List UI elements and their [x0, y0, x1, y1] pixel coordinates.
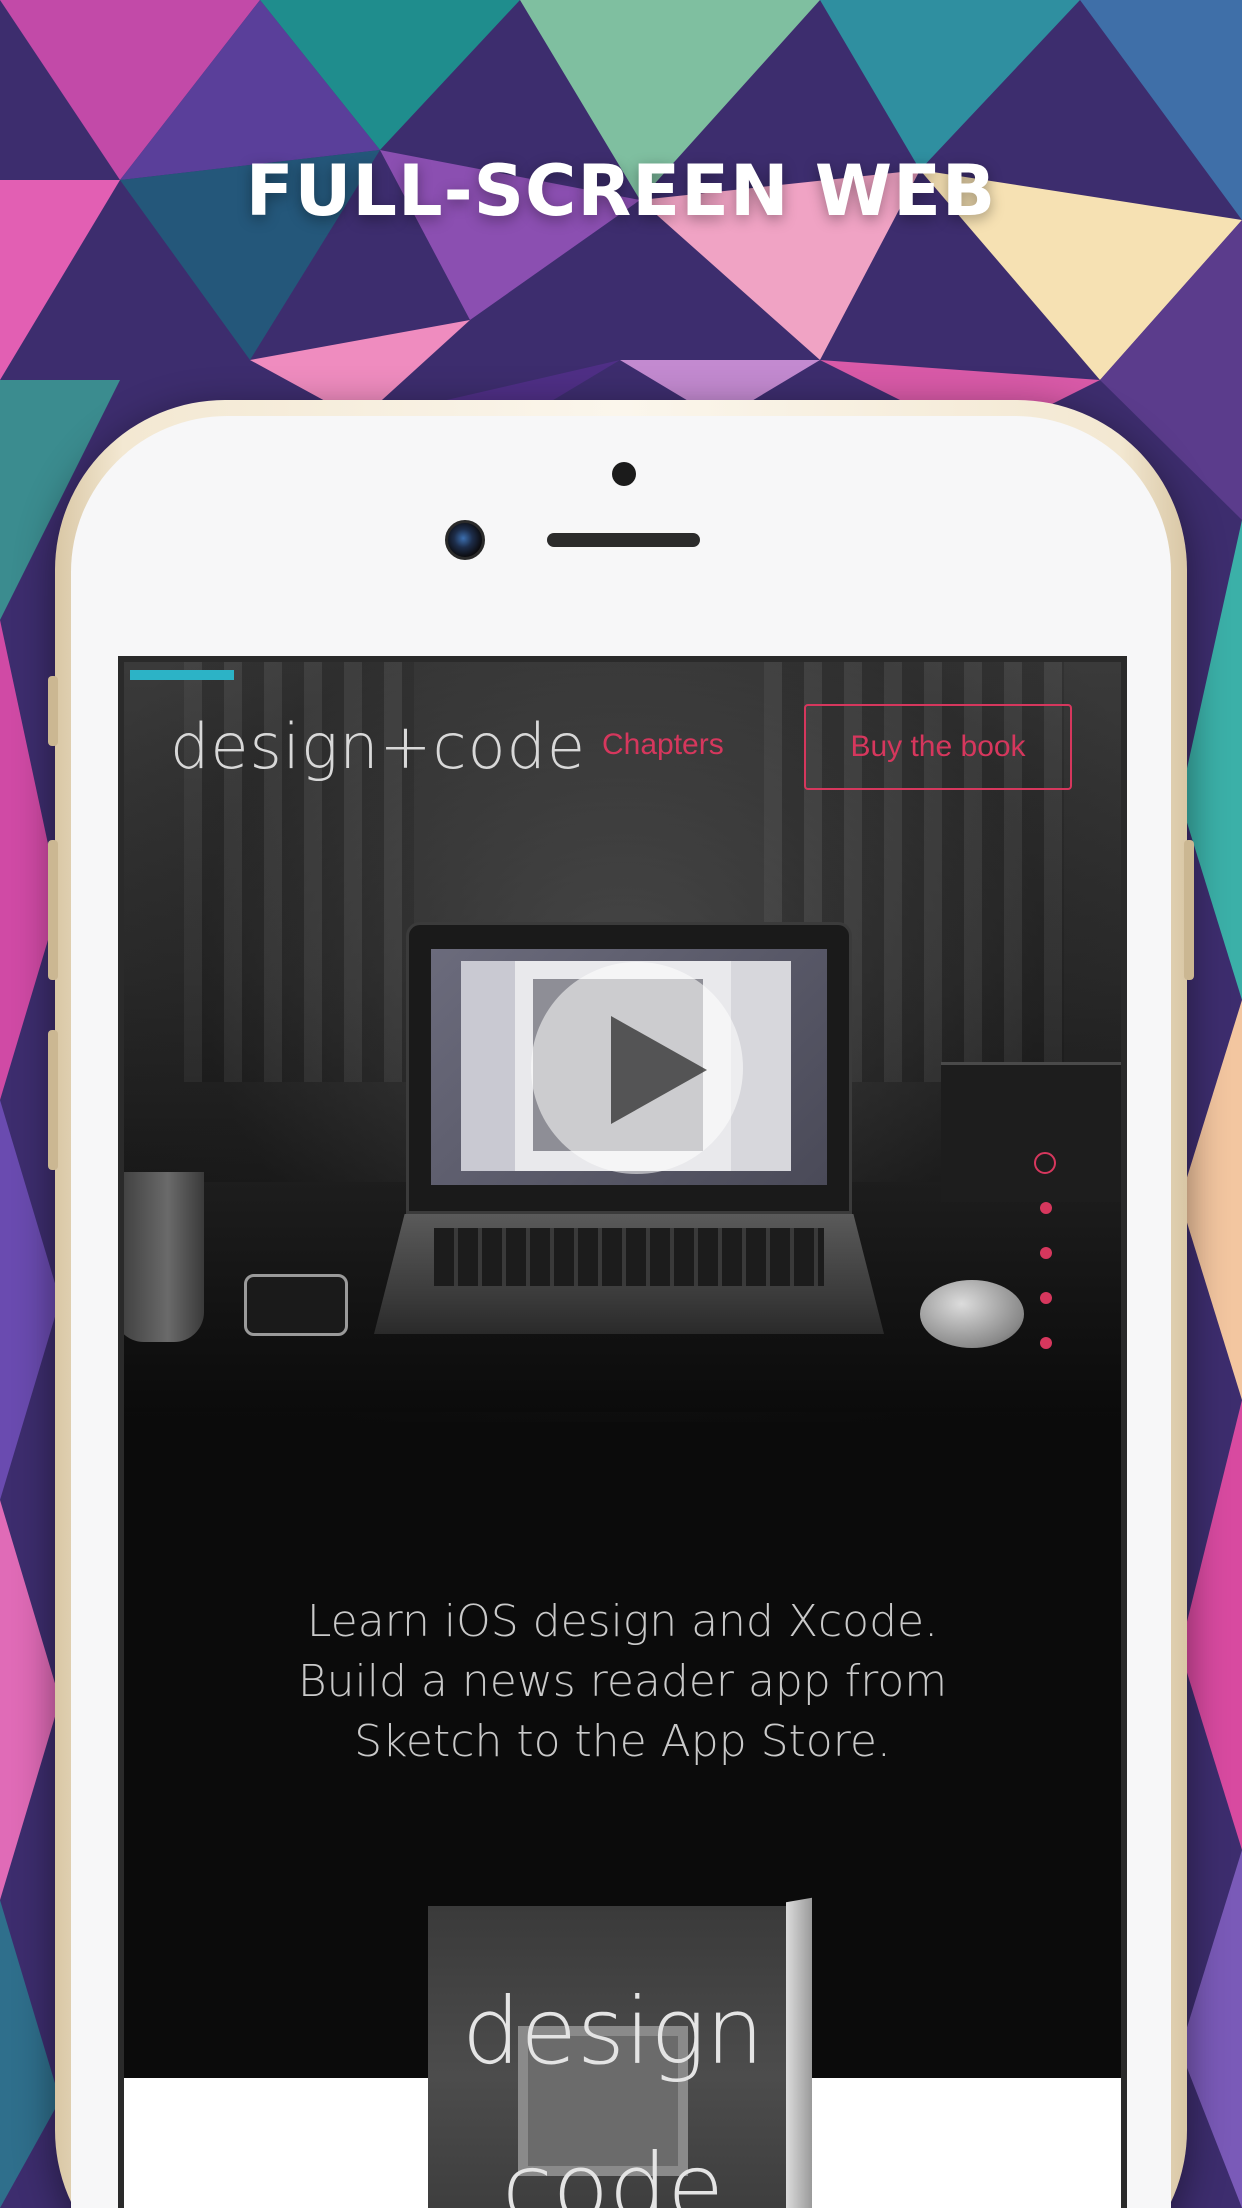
play-icon[interactable]	[531, 962, 743, 1174]
speaker-image	[941, 1062, 1121, 1202]
page-dot-4[interactable]	[1040, 1292, 1052, 1304]
book-cover[interactable]: design code	[428, 1897, 812, 2208]
page-dot-5[interactable]	[1040, 1337, 1052, 1349]
buy-the-book-button[interactable]: Buy the book	[804, 704, 1072, 790]
book-title-code: code	[502, 2134, 724, 2208]
tagline-line: Sketch to the App Store.	[354, 1716, 891, 1767]
tagline-line: Learn iOS design and Xcode.	[306, 1596, 939, 1647]
tagline: Learn iOS design and Xcode. Build a news…	[124, 1592, 1121, 1772]
iphone-prop-image	[244, 1274, 348, 1336]
mute-switch	[48, 676, 58, 746]
book-title-design: design	[461, 1978, 764, 2085]
magic-mouse-image	[920, 1280, 1024, 1348]
front-camera-icon	[445, 520, 485, 560]
mug-image	[124, 1172, 204, 1342]
chapters-link[interactable]: Chapters	[602, 728, 724, 762]
volume-down-button	[48, 1030, 58, 1170]
tagline-line: Build a news reader app from	[297, 1656, 948, 1707]
earpiece-speaker	[547, 533, 700, 547]
power-button	[1184, 840, 1194, 980]
page-dot-3[interactable]	[1040, 1247, 1052, 1259]
proximity-sensor	[612, 462, 636, 486]
laptop-keyboard	[434, 1228, 824, 1286]
volume-up-button	[48, 840, 58, 980]
site-nav: design+code Chapters Buy the book	[124, 662, 1121, 802]
page-dot-1[interactable]	[1034, 1152, 1056, 1174]
site-logo[interactable]: design+code	[170, 710, 586, 783]
page-dot-2[interactable]	[1040, 1202, 1052, 1214]
sketch-layers-panel	[461, 961, 515, 1171]
banner-headline: FULL-SCREEN WEB	[245, 150, 997, 232]
phone-screen: design+code Chapters Buy the book Learn …	[118, 656, 1127, 2208]
